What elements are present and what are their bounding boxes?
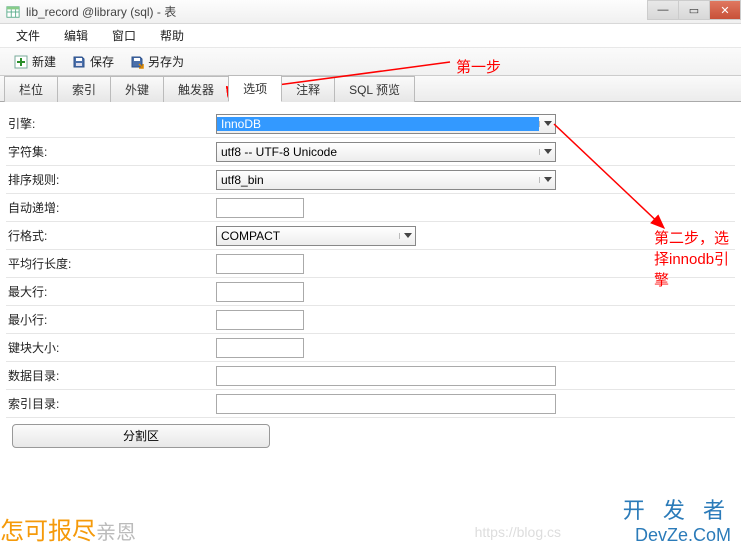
collation-value: utf8_bin: [217, 173, 539, 187]
menu-window[interactable]: 窗口: [100, 25, 148, 46]
footer-brand: 开 发 者 DevZe.CoM: [623, 493, 731, 546]
partition-label: 分割区: [123, 429, 159, 443]
chevron-down-icon: [539, 121, 555, 127]
table-icon: [6, 5, 20, 19]
tab-options[interactable]: 选项: [228, 75, 282, 102]
max-rows-input[interactable]: [216, 282, 304, 302]
footer-left-1: 怎可报尽: [0, 518, 96, 545]
charset-label: 字符集:: [6, 143, 216, 160]
tab-indexes[interactable]: 索引: [57, 76, 111, 102]
key-block-label: 键块大小:: [6, 339, 216, 356]
menu-bar: 文件 编辑 窗口 帮助: [0, 24, 741, 48]
index-dir-input[interactable]: [216, 394, 556, 414]
auto-inc-input[interactable]: [216, 198, 304, 218]
tab-foreign-keys[interactable]: 外键: [110, 76, 164, 102]
menu-file[interactable]: 文件: [4, 25, 52, 46]
maximize-button[interactable]: ▭: [678, 0, 710, 20]
menu-help[interactable]: 帮助: [148, 25, 196, 46]
save-label: 保存: [90, 53, 114, 70]
collation-dropdown[interactable]: utf8_bin: [216, 170, 556, 190]
options-form: 引擎: InnoDB 字符集: utf8 -- UTF-8 Unicode 排序…: [0, 102, 741, 456]
engine-dropdown[interactable]: InnoDB: [216, 114, 556, 134]
brand-cn: 开 发 者: [623, 498, 731, 523]
auto-inc-label: 自动递增:: [6, 199, 216, 216]
save-as-label: 另存为: [148, 53, 184, 70]
engine-value: InnoDB: [217, 117, 539, 131]
chevron-down-icon: [539, 177, 555, 183]
key-block-input[interactable]: [216, 338, 304, 358]
tab-triggers[interactable]: 触发器: [163, 76, 229, 102]
menu-edit[interactable]: 编辑: [52, 25, 100, 46]
new-button[interactable]: 新建: [6, 51, 64, 72]
row-format-label: 行格式:: [6, 227, 216, 244]
row-format-value: COMPACT: [217, 229, 399, 243]
min-rows-input[interactable]: [216, 310, 304, 330]
charset-value: utf8 -- UTF-8 Unicode: [217, 145, 539, 159]
window-controls: — ▭ ✕: [648, 0, 741, 20]
plus-icon: [14, 55, 28, 69]
charset-dropdown[interactable]: utf8 -- UTF-8 Unicode: [216, 142, 556, 162]
close-button[interactable]: ✕: [709, 0, 741, 20]
partition-button[interactable]: 分割区: [12, 424, 270, 448]
max-rows-label: 最大行:: [6, 283, 216, 300]
brand-en: DevZe.CoM: [623, 525, 731, 546]
toolbar: 新建 保存 另存为: [0, 48, 741, 76]
tab-columns[interactable]: 栏位: [4, 76, 58, 102]
minimize-button[interactable]: —: [647, 0, 679, 20]
title-bar: lib_record @library (sql) - 表: [0, 0, 741, 24]
data-dir-label: 数据目录:: [6, 367, 216, 384]
save-as-button[interactable]: 另存为: [122, 51, 192, 72]
engine-label: 引擎:: [6, 115, 216, 132]
avg-row-len-label: 平均行长度:: [6, 255, 216, 272]
save-icon: [72, 55, 86, 69]
new-label: 新建: [32, 53, 56, 70]
chevron-down-icon: [539, 149, 555, 155]
collation-label: 排序规则:: [6, 171, 216, 188]
tab-sql-preview[interactable]: SQL 预览: [334, 76, 415, 102]
index-dir-label: 索引目录:: [6, 395, 216, 412]
data-dir-input[interactable]: [216, 366, 556, 386]
window-title: lib_record @library (sql) - 表: [26, 3, 176, 20]
row-format-dropdown[interactable]: COMPACT: [216, 226, 416, 246]
min-rows-label: 最小行:: [6, 311, 216, 328]
watermark-url: https://blog.cs: [475, 524, 561, 540]
save-button[interactable]: 保存: [64, 51, 122, 72]
tab-comment[interactable]: 注释: [281, 76, 335, 102]
avg-row-len-input[interactable]: [216, 254, 304, 274]
footer-left: 怎可报尽亲恩: [0, 511, 136, 546]
footer-left-2: 亲恩: [96, 522, 136, 544]
tab-bar: 栏位 索引 外键 触发器 选项 注释 SQL 预览: [0, 76, 741, 102]
save-as-icon: [130, 55, 144, 69]
chevron-down-icon: [399, 233, 415, 239]
